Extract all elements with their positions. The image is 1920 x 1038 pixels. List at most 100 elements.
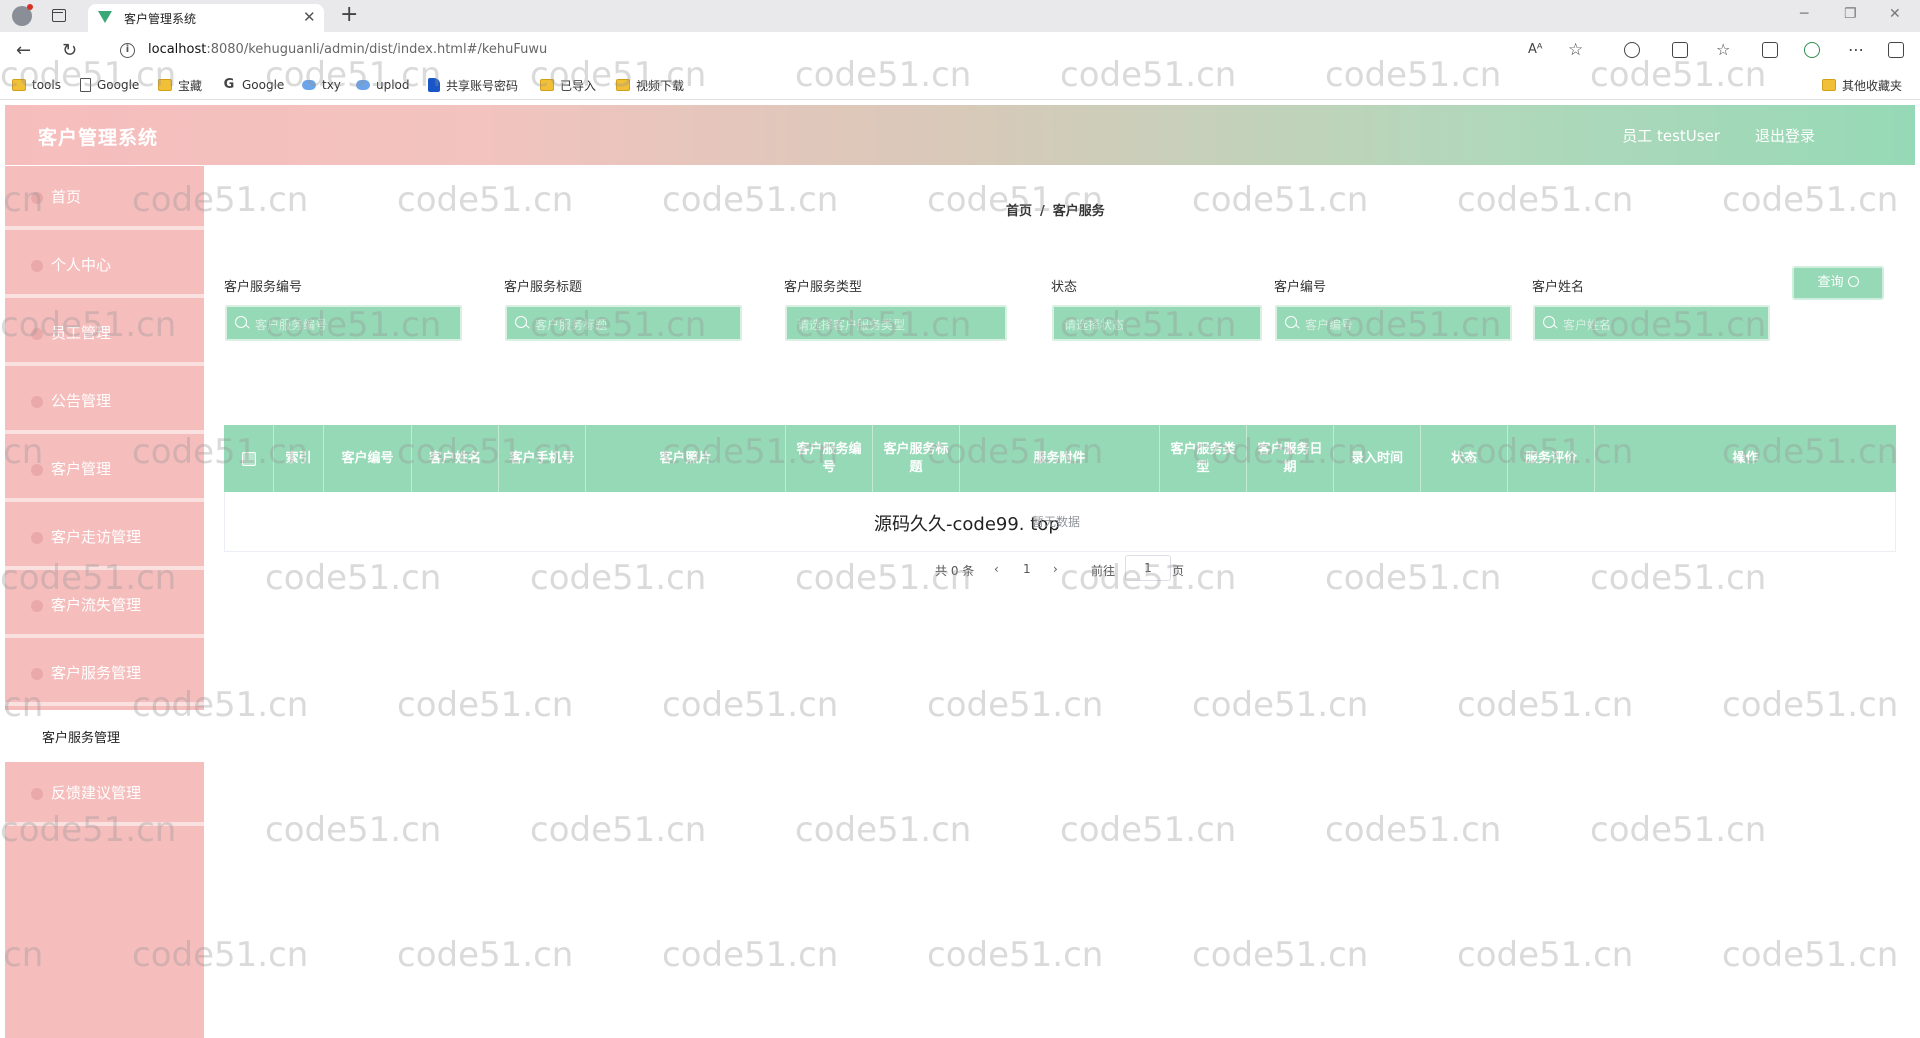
bookmark-video-download[interactable]: 视频下载 bbox=[616, 77, 684, 93]
reload-icon[interactable]: ↻ bbox=[62, 40, 77, 61]
col-header: 客户姓名 bbox=[412, 425, 499, 492]
read-aloud-icon[interactable]: Aᴬ bbox=[1528, 42, 1543, 57]
col-header: 客户照片 bbox=[586, 425, 786, 492]
breadcrumb-home[interactable]: 首页 bbox=[1006, 204, 1032, 219]
bookmark-txy[interactable]: txy bbox=[302, 77, 341, 93]
folder-icon bbox=[616, 79, 630, 91]
page-number-1[interactable]: 1 bbox=[1023, 562, 1031, 576]
visit-icon bbox=[31, 532, 43, 544]
browser-tab[interactable]: 客户管理系统 ✕ bbox=[88, 4, 324, 32]
sidebar-item-feedback[interactable]: 反馈建议管理 bbox=[5, 762, 204, 826]
breadcrumb: 首页 / 客户服务 bbox=[1006, 200, 1105, 219]
close-tab-icon[interactable]: ✕ bbox=[303, 8, 316, 26]
filter-label-customer-no: 客户编号 bbox=[1274, 280, 1327, 295]
sidebar-item-home[interactable]: 首页 bbox=[5, 166, 204, 230]
bookmark-imported[interactable]: 已导入 bbox=[540, 77, 596, 93]
url-field[interactable]: i localhost:8080/kehuguanli/admin/dist/i… bbox=[110, 37, 1590, 65]
pagination-total: 共 0 条 bbox=[935, 564, 975, 578]
churn-icon bbox=[31, 600, 43, 612]
breadcrumb-separator: / bbox=[1040, 204, 1045, 219]
next-page-button[interactable]: › bbox=[1053, 562, 1058, 576]
bookmark-shared-accounts[interactable]: 共享账号密码 bbox=[428, 77, 518, 93]
sidebar-item-visit[interactable]: 客户走访管理 bbox=[5, 506, 204, 570]
app-header: 客户管理系统 员工 testUser 退出登录 bbox=[5, 105, 1915, 165]
cloud-icon bbox=[356, 80, 370, 90]
sidebar-item-service[interactable]: 客户服务管理 bbox=[5, 642, 204, 706]
split-screen-icon[interactable] bbox=[1672, 42, 1688, 58]
customer-name-input[interactable]: 客户姓名 bbox=[1533, 305, 1770, 341]
search-icon bbox=[515, 316, 527, 328]
extensions-icon[interactable] bbox=[1624, 42, 1640, 58]
vue-logo-icon bbox=[98, 11, 112, 23]
bookmark-treasure[interactable]: 宝藏 bbox=[158, 77, 202, 93]
app-root: 客户管理系统 员工 testUser 退出登录 首页 个人中心 员工管理 公告管… bbox=[0, 100, 1920, 1038]
back-icon[interactable]: ← bbox=[16, 40, 31, 61]
folder-icon bbox=[1822, 79, 1836, 91]
col-header: 客户服务编号 bbox=[786, 425, 873, 492]
service-title-input[interactable]: 客户服务标题 bbox=[505, 305, 742, 341]
service-icon bbox=[31, 668, 43, 680]
current-user: 员工 testUser bbox=[1622, 127, 1720, 145]
col-header: 客户服务日期 bbox=[1247, 425, 1334, 492]
close-window-icon[interactable]: ✕ bbox=[1889, 6, 1901, 22]
sidebar-toggle-icon[interactable] bbox=[1888, 42, 1904, 58]
goto-label: 前往 bbox=[1091, 564, 1116, 578]
col-header: 操作 bbox=[1732, 450, 1759, 466]
app-brand: 客户管理系统 bbox=[38, 127, 159, 149]
col-header: 服务评价 bbox=[1508, 425, 1595, 492]
service-no-input[interactable]: 客户服务编号 bbox=[225, 305, 462, 341]
goto-page-input[interactable]: 1 bbox=[1125, 555, 1171, 581]
customer-no-input[interactable]: 客户编号 bbox=[1275, 305, 1512, 341]
more-icon[interactable]: ⋯ bbox=[1848, 40, 1864, 59]
bookmark-other[interactable]: 其他收藏夹 bbox=[1822, 77, 1902, 93]
filter-label-service-title: 客户服务标题 bbox=[504, 280, 583, 295]
select-all-checkbox[interactable] bbox=[224, 425, 274, 492]
browser-tabstrip: 客户管理系统 ✕ + ─ ❐ ✕ bbox=[0, 0, 1920, 32]
col-header: 客户服务类型 bbox=[1160, 425, 1247, 492]
new-tab-icon[interactable]: + bbox=[340, 2, 358, 27]
user-icon bbox=[31, 260, 43, 272]
query-button[interactable]: 查询 bbox=[1792, 266, 1884, 300]
bookmark-google[interactable]: Google bbox=[80, 77, 139, 93]
browser-essentials-icon[interactable] bbox=[1804, 42, 1820, 58]
sidebar-item-customer[interactable]: 客户管理 bbox=[5, 438, 204, 502]
search-icon bbox=[1847, 276, 1859, 287]
minimize-icon[interactable]: ─ bbox=[1800, 6, 1808, 22]
folder-icon bbox=[158, 79, 172, 91]
filter-label-service-no: 客户服务编号 bbox=[224, 280, 303, 295]
notice-icon bbox=[31, 396, 43, 408]
checkbox-icon bbox=[241, 451, 256, 466]
staff-icon bbox=[31, 328, 43, 340]
sidebar: 首页 个人中心 员工管理 公告管理 客户管理 客户走访管理 客户流失管理 客户服… bbox=[5, 166, 204, 1038]
tab-actions-icon[interactable] bbox=[52, 9, 66, 22]
bookmark-tools[interactable]: tools bbox=[12, 77, 61, 93]
prev-page-button[interactable]: ‹ bbox=[994, 562, 999, 576]
favorite-star-icon[interactable]: ☆ bbox=[1568, 40, 1583, 60]
status-select[interactable]: 请选择状态 bbox=[1052, 305, 1262, 341]
tab-title: 客户管理系统 bbox=[124, 12, 197, 26]
logout-link[interactable]: 退出登录 bbox=[1755, 125, 1815, 146]
bookmark-google-2[interactable]: G Google bbox=[222, 77, 285, 93]
bookmark-uplod[interactable]: uplod bbox=[356, 77, 410, 93]
sidebar-item-profile[interactable]: 个人中心 bbox=[5, 234, 204, 298]
url-text: localhost:8080/kehuguanli/admin/dist/ind… bbox=[148, 42, 548, 57]
favorites-icon[interactable]: ☆ bbox=[1716, 40, 1730, 59]
customer-icon bbox=[31, 464, 43, 476]
site-info-icon[interactable]: i bbox=[120, 43, 135, 58]
sidebar-subitem-service[interactable]: 客户服务管理 bbox=[5, 710, 204, 762]
collections-icon[interactable] bbox=[1762, 42, 1778, 58]
sidebar-item-churn[interactable]: 客户流失管理 bbox=[5, 574, 204, 638]
sidebar-item-notice[interactable]: 公告管理 bbox=[5, 370, 204, 434]
service-type-select[interactable]: 请选择客户服务类型 bbox=[785, 305, 1007, 341]
col-header: 客户手机号 bbox=[499, 425, 586, 492]
sidebar-item-staff[interactable]: 员工管理 bbox=[5, 302, 204, 366]
empty-text: 暂无数据 bbox=[1032, 515, 1081, 529]
folder-icon bbox=[540, 79, 554, 91]
col-header: 状态 bbox=[1421, 425, 1508, 492]
restore-icon[interactable]: ❐ bbox=[1844, 6, 1857, 22]
feishu-icon bbox=[428, 78, 440, 92]
home-icon bbox=[31, 192, 43, 204]
breadcrumb-current: 客户服务 bbox=[1052, 204, 1105, 219]
search-icon bbox=[1543, 316, 1555, 328]
folder-icon bbox=[12, 79, 26, 91]
